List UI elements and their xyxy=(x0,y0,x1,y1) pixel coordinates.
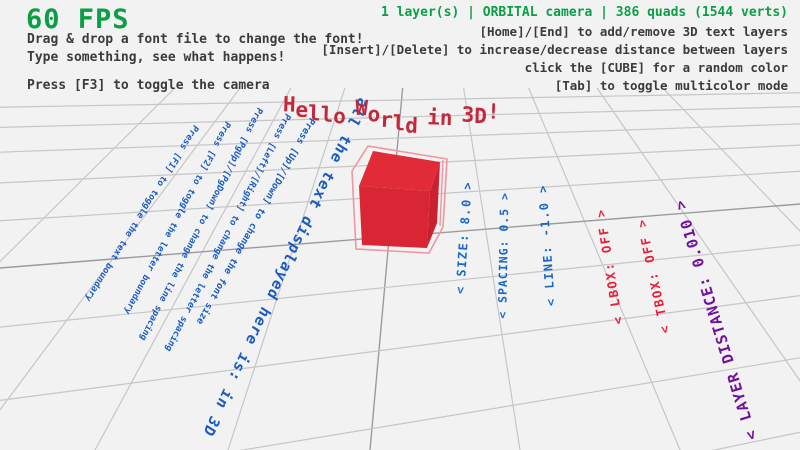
font-demo-app: all the text displayed here is: in 3D Pr… xyxy=(0,0,800,450)
cube-top-face[interactable] xyxy=(359,151,440,191)
hint-cube-random-color: click the [CUBE] for a random color xyxy=(525,60,788,75)
hint-add-remove-layers: [Home]/[End] to add/remove 3D text layer… xyxy=(479,24,788,39)
hint-toggle-camera: Press [F3] to toggle the camera xyxy=(27,78,270,93)
cube-wireframe-edge xyxy=(440,160,443,226)
hint-multicolor-mode: [Tab] to toggle multicolor mode xyxy=(555,78,788,93)
status-bar: 1 layer(s) | ORBITAL camera | 386 quads … xyxy=(381,5,788,20)
hint-drag-drop-font: Drag & drop a font file to change the fo… xyxy=(27,32,364,47)
hint-type-something: Type something, see what happens! xyxy=(27,50,285,65)
fps-counter: 60 FPS xyxy=(26,4,130,35)
hint-layer-distance: [Insert]/[Delete] to increase/decrease d… xyxy=(321,42,788,57)
cube-front-face[interactable] xyxy=(359,186,430,248)
